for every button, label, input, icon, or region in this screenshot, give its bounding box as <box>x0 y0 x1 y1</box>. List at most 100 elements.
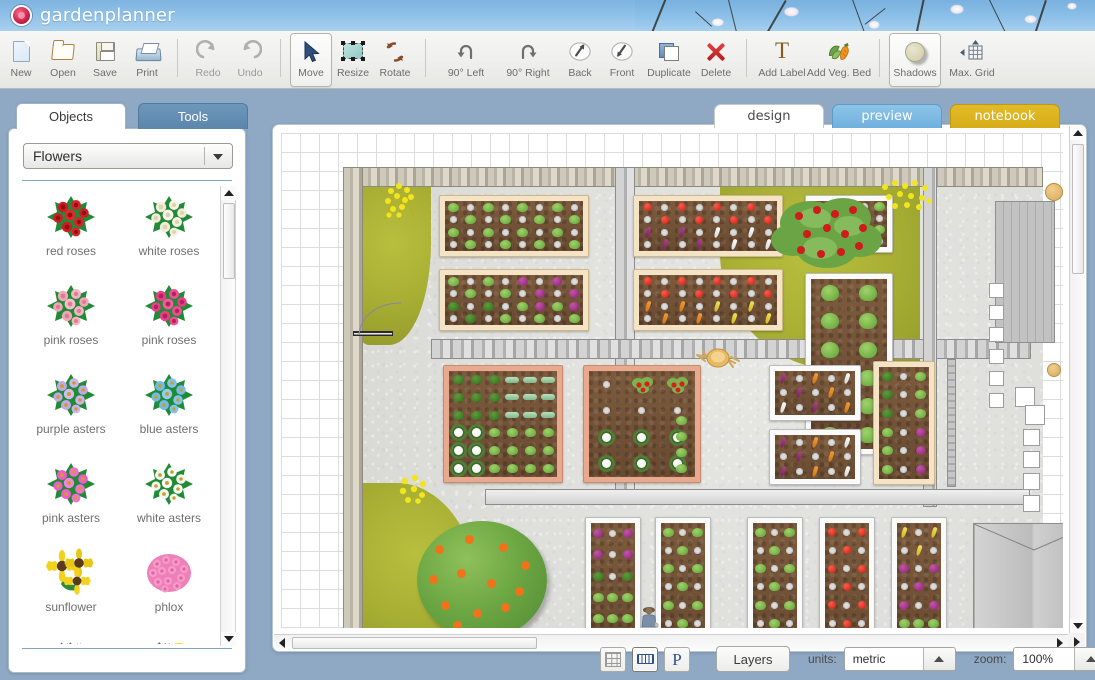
deck-area[interactable] <box>995 201 1055 343</box>
sidebar-tabs: Objects Tools <box>8 103 246 129</box>
yellow-flower-cluster[interactable] <box>393 471 433 511</box>
objects-scrollbar-thumb[interactable] <box>223 203 235 279</box>
paver-square[interactable] <box>989 393 1004 408</box>
paver-square[interactable] <box>989 305 1004 320</box>
rotate-tool-button[interactable]: Rotate <box>374 33 416 87</box>
veg-bed[interactable] <box>747 517 803 628</box>
veg-bed[interactable] <box>583 365 701 483</box>
garden-ornament[interactable] <box>695 345 741 371</box>
tab-objects[interactable]: Objects <box>16 103 126 129</box>
save-button[interactable]: Save <box>84 33 126 87</box>
plant-pot[interactable] <box>1045 183 1063 201</box>
gardener-figure[interactable] <box>639 605 657 627</box>
veg-bed[interactable] <box>655 517 711 628</box>
send-back-button[interactable]: Back <box>559 33 601 87</box>
canvas-scroll-down-arrow[interactable] <box>1070 619 1086 633</box>
rotate-right-button[interactable]: 90° Right <box>497 33 559 87</box>
toolbar-group-arrange: 90° Left 90° Right <box>435 31 737 89</box>
veg-bed[interactable] <box>769 365 861 421</box>
veg-bed[interactable] <box>819 517 875 628</box>
canvas-vscroll-thumb[interactable] <box>1072 144 1084 274</box>
list-item[interactable]: pink roses <box>22 275 120 364</box>
shadows-button[interactable]: Shadows <box>889 33 941 87</box>
canvas-scroll-up-arrow[interactable] <box>1070 126 1086 140</box>
list-item[interactable]: red roses <box>22 186 120 275</box>
print-button[interactable]: Print <box>126 33 168 87</box>
veg-bed[interactable] <box>769 429 861 485</box>
purple-asters-icon <box>43 370 99 420</box>
plant-pot[interactable] <box>1047 363 1061 377</box>
veg-bed[interactable] <box>891 517 947 628</box>
canvas-vertical-scrollbar[interactable] <box>1069 126 1085 633</box>
list-item[interactable] <box>120 631 218 644</box>
paver-square[interactable] <box>1015 387 1035 407</box>
move-tool-button[interactable]: Move <box>290 33 332 87</box>
list-item-label: phlox <box>155 600 184 614</box>
bring-front-button[interactable]: Front <box>601 33 643 87</box>
tab-tools[interactable]: Tools <box>138 103 248 129</box>
resize-tool-button[interactable]: Resize <box>332 33 374 87</box>
max-grid-button[interactable]: Max. Grid <box>941 33 1003 87</box>
list-item[interactable]: sunflower <box>22 542 120 631</box>
veg-bed[interactable] <box>633 269 783 331</box>
delete-button[interactable]: Delete <box>695 33 737 87</box>
canvas-scroll-left-arrow[interactable] <box>274 635 290 651</box>
paver-square[interactable] <box>1023 451 1040 468</box>
design-canvas[interactable] <box>281 133 1063 628</box>
veg-bed[interactable] <box>633 195 783 257</box>
veg-bed[interactable] <box>585 517 641 628</box>
list-item[interactable]: blue asters <box>120 364 218 453</box>
yellow-flower-cluster[interactable] <box>375 179 427 225</box>
list-item[interactable]: purple asters <box>22 364 120 453</box>
paver-square[interactable] <box>989 283 1004 298</box>
toolbar-separator <box>177 39 178 77</box>
scroll-down-arrow[interactable] <box>221 632 237 646</box>
zoom-stepper[interactable]: 100% <box>1013 647 1095 671</box>
paver-square[interactable] <box>1023 495 1040 512</box>
paver-square[interactable] <box>1023 473 1040 490</box>
veg-bed[interactable] <box>443 365 563 483</box>
plant-labels-button[interactable]: P <box>664 647 690 672</box>
fence-post[interactable] <box>947 359 956 487</box>
layers-button[interactable]: Layers <box>716 646 790 672</box>
scroll-up-arrow[interactable] <box>221 186 237 200</box>
list-item[interactable]: white asters <box>120 453 218 542</box>
list-item[interactable]: white roses <box>120 186 218 275</box>
objects-scrollbar[interactable] <box>220 186 236 646</box>
shed-roof[interactable] <box>973 523 1063 628</box>
grid-toggle-button[interactable] <box>600 647 626 672</box>
duplicate-button[interactable]: Duplicate <box>643 33 695 87</box>
list-item[interactable]: pink asters <box>22 453 120 542</box>
list-item[interactable]: phlox <box>120 542 218 631</box>
paver-square[interactable] <box>989 349 1004 364</box>
paver-square[interactable] <box>1023 429 1040 446</box>
add-label-button[interactable]: T Add Label <box>756 33 808 87</box>
ruler-toggle-button[interactable] <box>632 647 658 672</box>
list-item[interactable]: pink roses <box>120 275 218 364</box>
rotate-left-button[interactable]: 90° Left <box>435 33 497 87</box>
fruit-tree[interactable] <box>417 521 547 628</box>
open-button[interactable]: Open <box>42 33 84 87</box>
paver-square[interactable] <box>989 327 1004 342</box>
toolbar-separator <box>879 39 880 77</box>
veg-bed[interactable] <box>439 269 589 331</box>
new-button[interactable]: New <box>0 33 42 87</box>
veg-bed[interactable] <box>873 361 935 485</box>
yellow-flower-cluster[interactable] <box>875 177 935 219</box>
tab-design[interactable]: design <box>714 104 824 128</box>
category-select[interactable]: Flowers <box>23 143 233 169</box>
veg-bed[interactable] <box>439 195 589 257</box>
tab-notebook[interactable]: notebook <box>950 104 1060 128</box>
undo-button[interactable]: Undo <box>229 33 271 87</box>
redo-button[interactable]: Redo <box>187 33 229 87</box>
canvas-hscroll-thumb[interactable] <box>292 637 537 649</box>
list-item[interactable] <box>22 631 120 644</box>
paver-square[interactable] <box>1025 405 1045 425</box>
tab-preview[interactable]: preview <box>832 104 942 128</box>
units-stepper[interactable]: metric <box>844 647 956 671</box>
spinner-up-icon[interactable] <box>1074 648 1095 670</box>
category-select-value: Flowers <box>33 148 82 164</box>
add-veg-bed-button[interactable]: Add Veg. Bed <box>808 33 870 87</box>
spinner-up-icon[interactable] <box>923 648 955 670</box>
paver-square[interactable] <box>989 371 1004 386</box>
